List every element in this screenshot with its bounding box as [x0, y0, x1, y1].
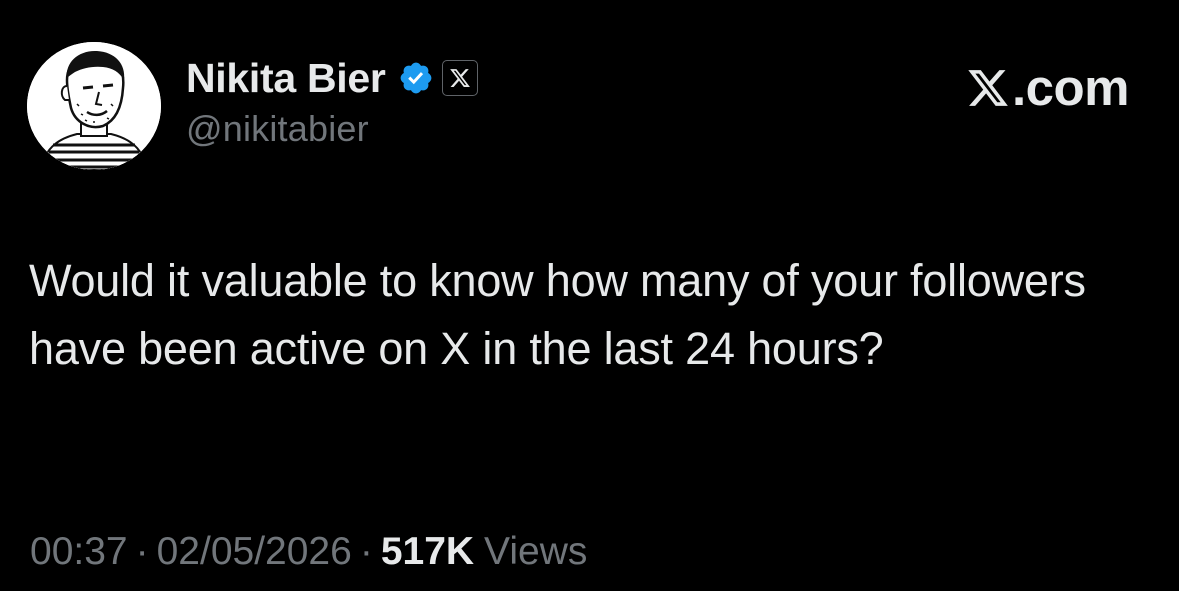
x-affiliation-icon[interactable]: [441, 60, 478, 96]
sketch-portrait-icon: [27, 42, 161, 170]
brand-text: .com: [1011, 59, 1130, 116]
tweet-meta: 00:37 · 02/05/2026 · 517K Views: [30, 530, 587, 574]
views-count[interactable]: 517K: [381, 530, 474, 574]
avatar[interactable]: [27, 42, 161, 170]
tweet-time[interactable]: 00:37: [30, 530, 128, 574]
x-com-brand: .com: [966, 58, 1130, 117]
author-display-name[interactable]: Nikita Bier: [186, 55, 386, 102]
tweet-card: Nikita Bier @nikitabier .com Would it va…: [0, 0, 1179, 591]
meta-separator: ·: [135, 530, 149, 573]
name-row: Nikita Bier: [186, 52, 478, 104]
x-logo-icon: [966, 66, 1010, 110]
meta-separator: ·: [359, 530, 373, 573]
tweet-date[interactable]: 02/05/2026: [157, 530, 352, 574]
author-header: Nikita Bier @nikitabier: [186, 52, 478, 150]
views-label[interactable]: Views: [484, 530, 587, 574]
tweet-text: Would it valuable to know how many of yo…: [29, 255, 1086, 374]
verified-badge-icon: [398, 60, 434, 96]
author-handle[interactable]: @nikitabier: [186, 108, 478, 150]
